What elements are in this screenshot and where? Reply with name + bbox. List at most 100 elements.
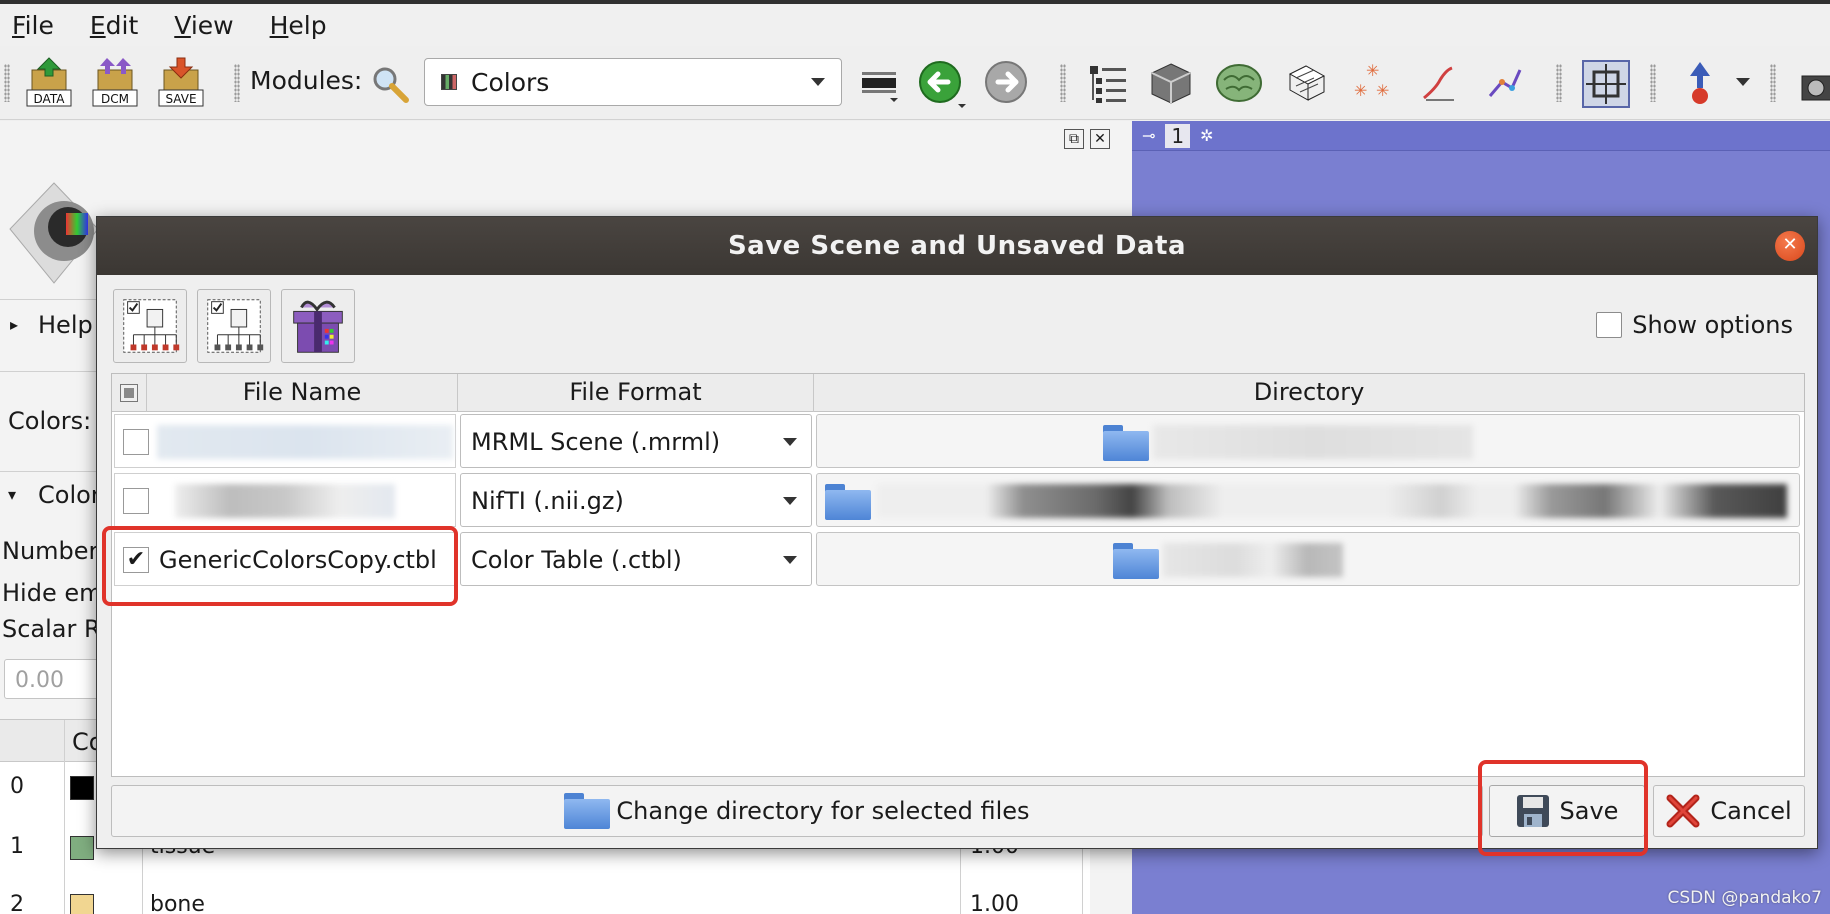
svg-text:DATA: DATA xyxy=(34,92,66,106)
toolbar-grip[interactable] xyxy=(234,64,240,102)
create-data-bundle-button[interactable] xyxy=(281,289,355,363)
pin-icon[interactable]: ⊸ xyxy=(1142,126,1155,145)
chevron-down-icon xyxy=(811,78,825,86)
colors-module-icon xyxy=(441,74,457,90)
slicer-logo-icon xyxy=(9,182,99,284)
show-options-toggle[interactable]: Show options xyxy=(1596,311,1793,339)
menu-edit[interactable]: Edit xyxy=(90,11,138,40)
undock-icon[interactable]: ⧉ xyxy=(1064,129,1084,149)
toolbar-grip[interactable] xyxy=(4,64,10,102)
directory-button[interactable] xyxy=(816,414,1800,468)
markups-curve-icon[interactable] xyxy=(1484,62,1526,104)
scalar-range-input[interactable]: 0.00 xyxy=(4,659,100,699)
select-all-checkbox[interactable] xyxy=(120,384,138,402)
file-name-header[interactable]: File Name xyxy=(147,374,458,412)
svg-text:✳: ✳ xyxy=(1366,62,1379,80)
file-format-header[interactable]: File Format xyxy=(458,374,814,412)
color-swatch[interactable] xyxy=(70,894,94,914)
chevron-down-icon[interactable] xyxy=(1736,78,1750,86)
screenshot-camera-icon[interactable] xyxy=(1800,66,1830,106)
modules-label: Modules: xyxy=(250,66,363,95)
volume-cube-icon[interactable] xyxy=(1148,60,1194,106)
mouse-mode-icon[interactable] xyxy=(1680,60,1720,110)
file-format-value: Color Table (.ctbl) xyxy=(471,546,682,574)
row-checkbox[interactable] xyxy=(123,488,149,514)
settings-icon[interactable]: ✲ xyxy=(1200,126,1213,145)
change-directory-button[interactable]: Change directory for selected files xyxy=(111,785,1483,837)
dialog-close-button[interactable]: ✕ xyxy=(1775,231,1805,261)
module-search-icon[interactable] xyxy=(370,64,410,104)
main-toolbar: DATA DCM SAVE Modules: Colors ✳ ✳ ✳ xyxy=(0,46,1830,120)
file-name-cell[interactable] xyxy=(114,414,456,468)
module-history-icon[interactable] xyxy=(860,68,900,104)
markups-points-icon[interactable]: ✳✳ ✳ xyxy=(1352,62,1394,104)
show-options-checkbox[interactable] xyxy=(1596,312,1623,338)
row-index: 1 xyxy=(10,834,24,859)
directory-button[interactable] xyxy=(816,473,1800,527)
brain-model-icon[interactable] xyxy=(1214,62,1264,104)
menu-help[interactable]: Help xyxy=(270,11,327,40)
toolbar-grip[interactable] xyxy=(1556,64,1562,102)
redacted-directory xyxy=(1153,425,1473,459)
row-index: 2 xyxy=(10,892,24,914)
color-swatch[interactable] xyxy=(70,836,94,860)
file-name-cell[interactable] xyxy=(114,473,456,527)
file-format-value: NifTI (.nii.gz) xyxy=(471,487,624,515)
segment-grid-icon[interactable] xyxy=(1286,62,1328,104)
colors-node-label: Colors: xyxy=(8,407,92,435)
file-format-select[interactable]: Color Table (.ctbl) xyxy=(460,532,812,586)
toolbar-grip[interactable] xyxy=(1770,64,1776,102)
data-tree-icon[interactable] xyxy=(1088,64,1128,104)
folder-icon xyxy=(825,484,871,520)
cancel-button[interactable]: Cancel xyxy=(1653,785,1805,837)
collapse-arrow-icon[interactable]: ▸ xyxy=(10,315,18,334)
row-checkbox[interactable] xyxy=(123,429,149,455)
file-format-select[interactable]: NifTI (.nii.gz) xyxy=(460,473,812,527)
directory-header[interactable]: Directory xyxy=(814,374,1804,412)
color-section-label[interactable]: Color xyxy=(38,481,101,509)
cancel-label: Cancel xyxy=(1710,797,1792,825)
menu-view[interactable]: View xyxy=(174,11,233,40)
view-number: 1 xyxy=(1165,123,1191,148)
redacted-file-name xyxy=(175,484,395,518)
directory-button[interactable] xyxy=(816,532,1800,586)
module-selected-label: Colors xyxy=(471,67,550,97)
close-icon[interactable]: ✕ xyxy=(1090,129,1110,149)
color-name[interactable]: bone xyxy=(150,892,205,914)
forward-arrow-icon[interactable] xyxy=(984,60,1034,110)
expand-arrow-icon[interactable]: ▾ xyxy=(8,485,16,504)
color-opacity[interactable]: 1.00 xyxy=(970,892,1019,914)
select-modified-data-button[interactable] xyxy=(197,289,271,363)
number-label: Number xyxy=(2,537,99,565)
toolbar-grip[interactable] xyxy=(1060,64,1066,102)
load-dicom-icon[interactable]: DCM xyxy=(90,56,140,108)
help-section-label[interactable]: Help xyxy=(38,311,93,339)
color-swatch[interactable] xyxy=(70,776,94,800)
chevron-down-icon xyxy=(783,497,797,505)
select-all-header[interactable] xyxy=(112,374,147,412)
menu-bar: File Edit View Help xyxy=(0,0,1830,46)
show-options-label: Show options xyxy=(1632,311,1793,339)
select-scene-data-button[interactable] xyxy=(113,289,187,363)
save-data-icon[interactable]: SAVE xyxy=(156,56,206,108)
markups-line-icon[interactable] xyxy=(1418,62,1460,104)
table-row: MRML Scene (.mrml) xyxy=(112,412,1804,470)
folder-icon xyxy=(1103,425,1149,461)
scalar-range-label: Scalar R xyxy=(2,615,101,643)
menu-file[interactable]: File xyxy=(12,11,54,40)
watermark: CSDN @pandako7 xyxy=(1667,888,1822,908)
back-arrow-icon[interactable] xyxy=(918,60,968,110)
app-window: File Edit View Help DATA DCM SAVE Module… xyxy=(0,0,1830,914)
svg-text:✳: ✳ xyxy=(1354,81,1367,100)
cancel-x-icon xyxy=(1666,794,1700,828)
select-data-tree-icon xyxy=(123,299,180,353)
file-format-select[interactable]: MRML Scene (.mrml) xyxy=(460,414,812,468)
row-index: 0 xyxy=(10,774,24,799)
panel-window-buttons: ⧉ ✕ xyxy=(1064,129,1110,149)
toolbar-grip[interactable] xyxy=(1650,64,1656,102)
crosshair-layout-icon[interactable] xyxy=(1582,60,1632,110)
load-data-icon[interactable]: DATA xyxy=(24,56,74,108)
file-format-value: MRML Scene (.mrml) xyxy=(471,428,721,456)
module-selector[interactable]: Colors xyxy=(424,58,842,106)
folder-icon xyxy=(1113,543,1159,579)
